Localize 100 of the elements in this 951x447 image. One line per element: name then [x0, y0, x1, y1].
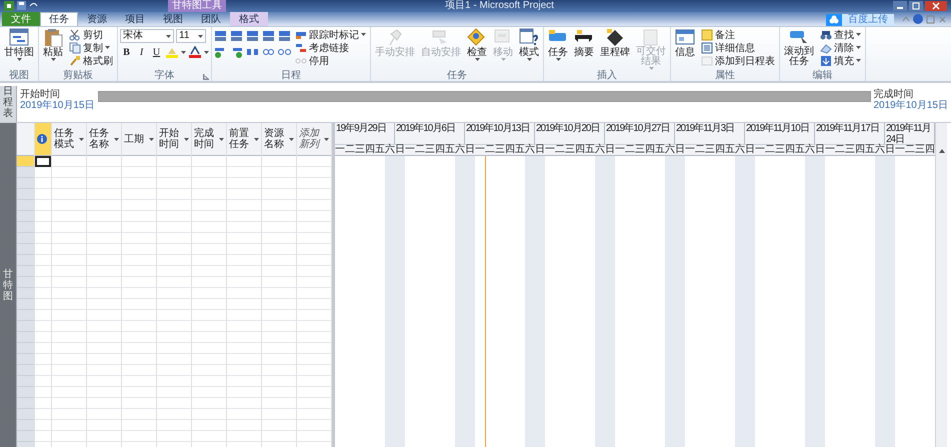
day-header: 三 [705, 145, 715, 155]
column-header[interactable]: 工期 [122, 123, 156, 156]
day-header: 五 [865, 145, 875, 155]
font-name-field[interactable]: 宋体 [120, 29, 174, 43]
day-header: 日 [745, 145, 755, 155]
day-header: 六 [455, 145, 465, 155]
column-header[interactable]: 完成时间 [192, 123, 226, 156]
ribbon-button[interactable]: 详细信息 [699, 41, 777, 54]
day-header: 四 [575, 145, 585, 155]
week-header: 2019年10月20日 [535, 123, 605, 145]
font-size-field[interactable]: 11 [176, 29, 206, 43]
ribbon-button[interactable]: 模式 [517, 28, 541, 61]
day-header: 三 [775, 145, 785, 155]
day-header: 二 [905, 145, 915, 155]
ribbon-button[interactable]: 检查 [465, 28, 489, 61]
start-date: 2019年10月15日 [20, 100, 94, 111]
day-header: 六 [665, 145, 675, 155]
group-label: 插入 [597, 70, 617, 81]
day-header: 六 [385, 145, 395, 155]
day-header: 一 [335, 145, 345, 155]
group-label: 视图 [9, 70, 29, 81]
day-header: 四 [785, 145, 795, 155]
day-header: 五 [795, 145, 805, 155]
day-header: 一 [755, 145, 765, 155]
day-header: 二 [345, 145, 355, 155]
week-header: 2019年10月27日 [605, 123, 675, 145]
week-header: 2019年10月6日 [395, 123, 465, 145]
ribbon-button[interactable]: 跟踪时标记 [293, 28, 368, 41]
day-header: 一 [825, 145, 835, 155]
day-header: 日 [885, 145, 895, 155]
ribbon-tab[interactable]: 项目 [116, 12, 154, 26]
week-header: 2019年11月10日 [745, 123, 815, 145]
ribbon-button[interactable]: 里程碑 [598, 28, 632, 58]
day-header: 六 [875, 145, 885, 155]
group-label: 日程 [281, 70, 301, 81]
day-header: 六 [805, 145, 815, 155]
day-header: 一 [685, 145, 695, 155]
column-header[interactable]: 任务名称 [87, 123, 121, 156]
ribbon-button[interactable]: 清除 [818, 41, 863, 54]
day-header: 五 [585, 145, 595, 155]
column-header[interactable]: 开始时间 [157, 123, 191, 156]
day-header: 四 [715, 145, 725, 155]
day-header: 日 [535, 145, 545, 155]
day-header: 五 [515, 145, 525, 155]
font-style-button[interactable]: B [120, 46, 133, 58]
day-header: 二 [695, 145, 705, 155]
ribbon-tab[interactable]: 格式 [230, 12, 268, 26]
font-style-button[interactable]: I [135, 46, 148, 58]
day-header: 日 [395, 145, 405, 155]
day-header: 五 [375, 145, 385, 155]
ribbon-button[interactable]: 复制 [67, 41, 115, 54]
group-label: 字体 [154, 70, 174, 81]
font-style-button[interactable]: U [150, 46, 163, 58]
ribbon-button[interactable]: 信息 [673, 28, 697, 58]
day-header: 四 [365, 145, 375, 155]
view-label: 甘特图 [3, 268, 13, 302]
day-header: 四 [645, 145, 655, 155]
day-header: 二 [485, 145, 495, 155]
day-header: 六 [595, 145, 605, 155]
ribbon-button[interactable]: 摘要 [572, 28, 596, 58]
day-header: 三 [425, 145, 435, 155]
day-header: 五 [725, 145, 735, 155]
ribbon-button[interactable]: 粘贴 [41, 28, 65, 61]
ribbon-button[interactable]: 滚动到任务 [782, 28, 816, 67]
ribbon-button[interactable]: 填充 [818, 54, 863, 67]
day-header: 二 [625, 145, 635, 155]
day-header: 一 [895, 145, 905, 155]
day-header: 五 [655, 145, 665, 155]
ribbon-button[interactable]: 考虑链接 [293, 41, 368, 54]
day-header: 五 [445, 145, 455, 155]
ribbon-tab[interactable]: 任务 [40, 12, 78, 26]
day-header: 日 [605, 145, 615, 155]
ribbon-button[interactable]: 甘特图 [2, 28, 36, 61]
ribbon-tab[interactable]: 资源 [78, 12, 116, 26]
day-header: 四 [925, 145, 935, 155]
group-label: 编辑 [812, 70, 832, 81]
finish-date: 2019年10月15日 [874, 100, 948, 111]
ribbon-button[interactable]: 备注 [699, 28, 777, 41]
day-header: 四 [435, 145, 445, 155]
column-header[interactable]: 前置任务 [227, 123, 261, 156]
group-label: 任务 [447, 70, 467, 81]
day-header: 日 [675, 145, 685, 155]
day-header: 日 [465, 145, 475, 155]
day-header: 六 [525, 145, 535, 155]
ribbon-button[interactable]: 格式刷 [67, 54, 115, 67]
ribbon-button[interactable]: 剪切 [67, 28, 115, 41]
day-header: 三 [565, 145, 575, 155]
day-header: 三 [495, 145, 505, 155]
start-label: 开始时间 [20, 89, 61, 100]
day-header: 二 [415, 145, 425, 155]
ribbon-tab[interactable]: 视图 [154, 12, 192, 26]
day-header: 三 [635, 145, 645, 155]
ribbon-tab[interactable]: 文件 [2, 12, 40, 26]
day-header: 四 [505, 145, 515, 155]
column-header[interactable]: 任务模式 [52, 123, 86, 156]
ribbon-tab[interactable]: 团队 [192, 12, 230, 26]
column-header[interactable]: 添加新列 [297, 123, 331, 156]
ribbon-button[interactable]: 任务 [546, 28, 570, 61]
column-header[interactable]: 资源名称 [262, 123, 296, 156]
ribbon-button[interactable]: 查找 [818, 28, 863, 41]
